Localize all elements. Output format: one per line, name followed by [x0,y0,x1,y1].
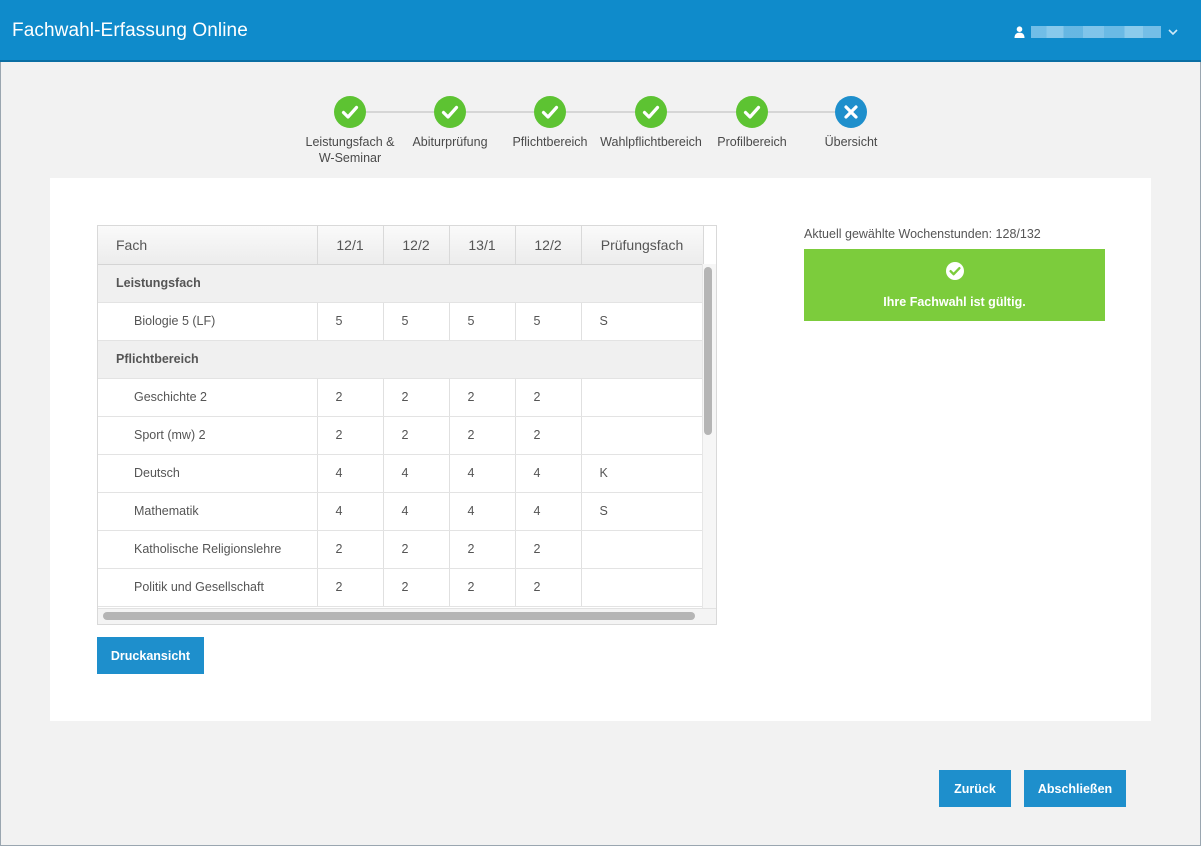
checkmark-icon [743,105,761,119]
table-cell: 2 [515,530,582,569]
step-3-indicator[interactable] [534,96,566,128]
table-cell: 4 [449,454,516,493]
table-cell [581,378,704,417]
weekly-hours-text: Aktuell gewählte Wochenstunden: 128/132 [804,227,1041,241]
table-cell [581,530,704,569]
step-4-indicator[interactable] [635,96,667,128]
subject-name: Katholische Religionslehre [98,530,318,569]
validation-success-box: Ihre Fachwahl ist gültig. [804,249,1105,321]
progress-stepper: Leistungsfach & W-Seminar Abiturprüfung Pf… [0,94,1201,174]
step-6-indicator[interactable] [835,96,867,128]
print-view-button[interactable]: Druckansicht [97,637,204,674]
step-5-indicator[interactable] [736,96,768,128]
table-header-row: Fach 12/1 12/2 13/1 12/2 Prüfungsfach [98,226,704,265]
table-cell: 2 [383,530,450,569]
table-cell: 4 [317,492,384,531]
table-cell: K [581,454,704,493]
table-cell: 4 [317,454,384,493]
table-cell: 5 [449,302,516,341]
user-menu[interactable] [1014,22,1179,42]
chevron-down-icon [1168,29,1178,36]
table-cell: 2 [317,378,384,417]
group-label: Leistungsfach [98,264,704,303]
table-cell: 2 [515,568,582,607]
step-connector [466,111,534,113]
table-cell: 2 [317,530,384,569]
column-header-fach: Fach [98,226,318,265]
table-cell: S [581,492,704,531]
table-cell: 4 [383,492,450,531]
close-icon [844,105,858,119]
back-button[interactable]: Zurück [939,770,1011,807]
table-cell: 2 [515,416,582,455]
table-cell: 2 [515,378,582,417]
table-cell [581,416,704,455]
subject-name: Mathematik [98,492,318,531]
table-row: Katholische Religionslehre 2 2 2 2 [98,530,704,569]
table-cell: 2 [317,416,384,455]
table-row: Mathematik 4 4 4 4 S [98,492,704,531]
step-connector [366,111,434,113]
table-cell: 2 [449,378,516,417]
step-6-label[interactable]: Übersicht [791,134,911,150]
user-name-redacted [1031,26,1161,38]
step-2-indicator[interactable] [434,96,466,128]
table-row: Geschichte 22222 [98,378,704,417]
checkmark-icon [642,105,660,119]
checkmark-icon [341,105,359,119]
column-header-12-2-b: 12/2 [515,226,582,265]
table-group-row: Pflichtbereich [98,340,704,379]
finish-button[interactable]: Abschließen [1024,770,1126,807]
column-header-12-1: 12/1 [317,226,384,265]
table-cell [581,568,704,607]
column-header-12-2: 12/2 [383,226,450,265]
table-cell: 2 [317,568,384,607]
table-row: Politik und Gesellschaft 2 2 2 2 [98,568,704,607]
vertical-scrollbar-thumb[interactable] [704,267,712,435]
step-1-indicator[interactable] [334,96,366,128]
table-cell: 5 [383,302,450,341]
check-circle-icon [946,262,964,280]
group-label: Pflichtbereich [98,340,704,379]
step-connector [768,111,835,113]
table-cell: 4 [515,492,582,531]
table-row: Sport (mw) 22222 [98,416,704,455]
subjects-table-container: Fach 12/1 12/2 13/1 12/2 Prüfungsfach Le… [97,225,717,625]
table-row: Biologie 5 (LF) 5 5 5 5 S [98,302,704,341]
table-group-row: Leistungsfach [98,264,704,303]
subject-name: Sport (mw) 2 [98,416,318,455]
table-cell: 2 [383,416,450,455]
checkmark-icon [541,105,559,119]
subject-name: Politik und Gesellschaft [98,568,318,607]
subject-name: Geschichte 2 [98,378,318,417]
table-cell: 2 [383,378,450,417]
overview-card: Fach 12/1 12/2 13/1 12/2 Prüfungsfach Le… [50,178,1151,721]
table-row: Deutsch 4 4 4 4 K [98,454,704,493]
subject-name: Biologie 5 (LF) [98,302,318,341]
step-connector [566,111,635,113]
subject-name: Deutsch [98,454,318,493]
column-header-13-1: 13/1 [449,226,516,265]
step-connector [667,111,736,113]
checkmark-icon [441,105,459,119]
subjects-table: Fach 12/1 12/2 13/1 12/2 Prüfungsfach Le… [98,226,704,607]
validation-message: Ihre Fachwahl ist gültig. [883,295,1026,309]
table-cell: 2 [383,568,450,607]
table-cell: 5 [317,302,384,341]
table-cell: 5 [515,302,582,341]
table-cell: 2 [449,568,516,607]
top-navbar: Fachwahl-Erfassung Online [0,0,1201,62]
table-cell: S [581,302,704,341]
user-icon [1014,26,1025,38]
app-title: Fachwahl-Erfassung Online [12,20,248,41]
table-cell: 2 [449,416,516,455]
table-cell: 4 [449,492,516,531]
table-cell: 4 [383,454,450,493]
horizontal-scrollbar-thumb[interactable] [103,612,695,620]
table-cell: 2 [449,530,516,569]
table-cell: 4 [515,454,582,493]
column-header-pruefungsfach: Prüfungsfach [581,226,704,265]
